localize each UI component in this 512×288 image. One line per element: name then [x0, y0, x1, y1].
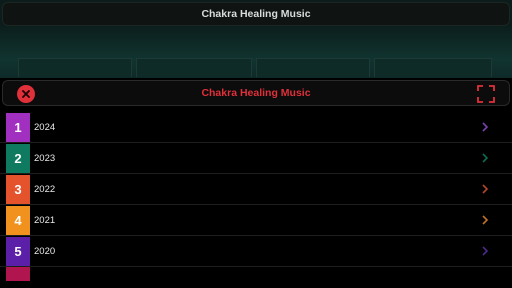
item-year: 2020 [34, 245, 56, 257]
modal-header: Chakra Healing Music [2, 80, 510, 106]
background-tile [18, 58, 132, 77]
item-year: 2024 [34, 121, 56, 133]
list-item[interactable]: 5 2020 [0, 236, 512, 267]
year-list: 1 2024 2 2023 3 2022 4 2021 5 2020 [0, 112, 512, 281]
fullscreen-button[interactable] [477, 85, 495, 103]
chevron-right-icon [482, 122, 489, 132]
item-number-badge: 2 [6, 143, 30, 173]
item-number-badge [6, 267, 30, 281]
background-tile [136, 58, 252, 77]
item-number-badge: 1 [6, 112, 30, 142]
list-item[interactable]: 4 2021 [0, 205, 512, 236]
item-number-badge: 4 [6, 205, 30, 235]
close-button[interactable] [17, 85, 35, 103]
list-item[interactable] [0, 267, 512, 281]
item-year: 2022 [34, 183, 56, 195]
chevron-right-icon [482, 215, 489, 225]
background-tile [374, 58, 492, 77]
list-item[interactable]: 2 2023 [0, 143, 512, 174]
year-list-modal: Chakra Healing Music 1 2024 2 2023 3 202… [0, 78, 512, 288]
app-title-bar: Chakra Healing Music [2, 2, 510, 26]
item-number-badge: 5 [6, 236, 30, 266]
fullscreen-icon [477, 85, 495, 103]
app-title: Chakra Healing Music [201, 8, 311, 20]
chevron-right-icon [482, 153, 489, 163]
list-item[interactable]: 1 2024 [0, 112, 512, 143]
chevron-right-icon [482, 246, 489, 256]
item-year: 2023 [34, 152, 56, 164]
item-year: 2021 [34, 214, 56, 226]
close-icon [22, 90, 30, 98]
item-number-badge: 3 [6, 174, 30, 204]
list-item[interactable]: 3 2022 [0, 174, 512, 205]
chevron-right-icon [482, 184, 489, 194]
modal-title: Chakra Healing Music [201, 87, 311, 99]
background-tile [256, 58, 370, 77]
